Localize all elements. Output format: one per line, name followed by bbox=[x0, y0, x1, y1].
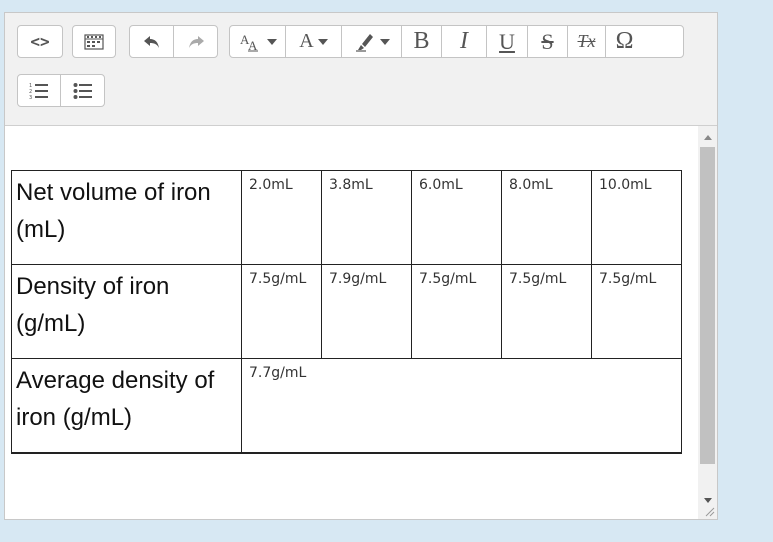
rich-text-editor: <> A A A B I U S Tx Ω 1 2 3 Net volume o… bbox=[4, 12, 718, 520]
svg-text:3: 3 bbox=[29, 95, 32, 101]
numbered-list-button[interactable]: 1 2 3 bbox=[18, 75, 61, 106]
svg-text:A: A bbox=[248, 38, 258, 52]
table-row: Average density of iron (g/mL) 7.7g/mL bbox=[11, 358, 682, 454]
source-code-button[interactable]: <> bbox=[18, 26, 62, 57]
format-group: A A A B I U S Tx Ω bbox=[229, 25, 684, 58]
source-group: <> bbox=[17, 25, 63, 58]
bullet-list-button[interactable] bbox=[61, 75, 104, 106]
row-header-average-density[interactable]: Average density of iron (g/mL) bbox=[11, 358, 242, 454]
highlight-icon bbox=[355, 33, 373, 52]
table-row: Density of iron (g/mL) 7.5g/mL 7.9g/mL 7… bbox=[11, 264, 682, 359]
strikethrough-button[interactable]: S bbox=[528, 26, 568, 57]
table-cell[interactable]: 8.0mL bbox=[501, 170, 592, 265]
bullet-list-icon bbox=[73, 82, 92, 99]
chevron-down-icon bbox=[317, 38, 328, 45]
font-size-icon: A A bbox=[240, 32, 258, 52]
italic-icon: I bbox=[460, 28, 468, 54]
omega-icon: Ω bbox=[615, 28, 634, 54]
row-header-net-volume[interactable]: Net volume of iron (mL) bbox=[11, 170, 242, 265]
underline-icon: U bbox=[499, 28, 515, 54]
table-cell[interactable]: 7.5g/mL bbox=[591, 264, 682, 359]
scrollbar-thumb[interactable] bbox=[700, 147, 715, 464]
undo-button[interactable] bbox=[130, 26, 174, 57]
table-row: Net volume of iron (mL) 2.0mL 3.8mL 6.0m… bbox=[11, 170, 682, 265]
data-table[interactable]: Net volume of iron (mL) 2.0mL 3.8mL 6.0m… bbox=[11, 170, 682, 454]
clear-formatting-icon: Tx bbox=[577, 31, 596, 51]
clear-formatting-button[interactable]: Tx bbox=[568, 26, 606, 57]
numbered-list-icon: 1 2 3 bbox=[29, 83, 48, 101]
row-header-density[interactable]: Density of iron (g/mL) bbox=[11, 264, 242, 359]
redo-button[interactable] bbox=[174, 26, 217, 57]
source-code-icon: <> bbox=[30, 32, 50, 51]
undo-icon bbox=[143, 35, 159, 48]
list-group: 1 2 3 bbox=[17, 74, 105, 107]
scroll-up-icon[interactable] bbox=[704, 135, 712, 140]
vertical-scrollbar[interactable] bbox=[698, 126, 717, 519]
redo-icon bbox=[188, 35, 204, 48]
show-blocks-button[interactable] bbox=[73, 26, 115, 57]
table-cell[interactable]: 6.0mL bbox=[411, 170, 502, 265]
font-size-button[interactable]: A A bbox=[230, 26, 286, 57]
table-cell[interactable]: 7.5g/mL bbox=[501, 264, 592, 359]
table-cell[interactable]: 7.7g/mL bbox=[241, 358, 682, 454]
font-color-icon: A bbox=[299, 30, 314, 52]
special-char-button[interactable]: Ω bbox=[606, 26, 643, 57]
scroll-down-icon[interactable] bbox=[704, 498, 712, 503]
resize-handle-icon[interactable] bbox=[705, 507, 715, 517]
show-blocks-icon bbox=[84, 33, 104, 50]
chevron-down-icon bbox=[379, 38, 390, 45]
chevron-down-icon bbox=[266, 38, 277, 45]
table-cell[interactable]: 10.0mL bbox=[591, 170, 682, 265]
strikethrough-icon: S bbox=[541, 28, 554, 54]
table-cell[interactable]: 3.8mL bbox=[321, 170, 412, 265]
font-color-button[interactable]: A bbox=[286, 26, 342, 57]
table-cell[interactable]: 7.5g/mL bbox=[241, 264, 322, 359]
editor-toolbar: <> A A A B I U S Tx Ω 1 2 3 bbox=[5, 13, 717, 126]
bold-button[interactable]: B bbox=[402, 26, 442, 57]
underline-button[interactable]: U bbox=[487, 26, 528, 57]
history-group bbox=[129, 25, 218, 58]
table-cell[interactable]: 2.0mL bbox=[241, 170, 322, 265]
highlight-button[interactable] bbox=[342, 26, 402, 57]
bold-icon: B bbox=[413, 28, 430, 54]
italic-button[interactable]: I bbox=[442, 26, 487, 57]
editor-content-area[interactable]: Net volume of iron (mL) 2.0mL 3.8mL 6.0m… bbox=[5, 126, 698, 519]
show-blocks-group bbox=[72, 25, 116, 58]
table-cell[interactable]: 7.5g/mL bbox=[411, 264, 502, 359]
table-cell[interactable]: 7.9g/mL bbox=[321, 264, 412, 359]
